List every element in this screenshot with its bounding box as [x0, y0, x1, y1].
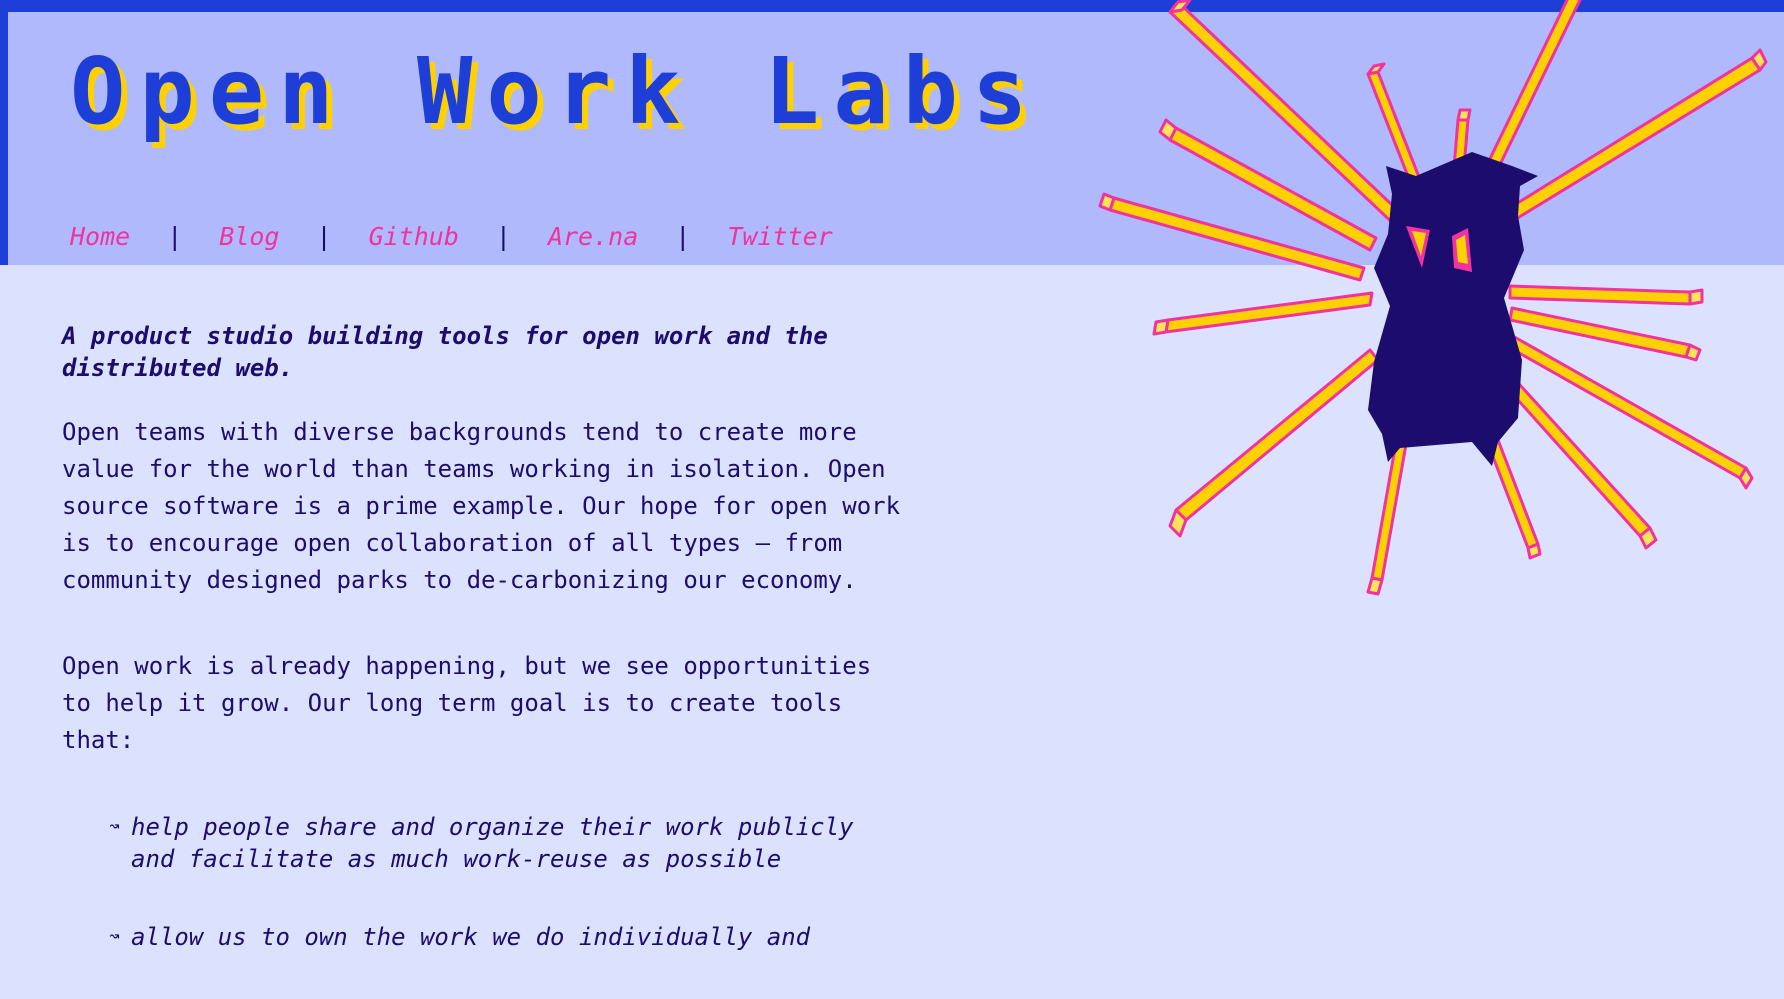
- list-item: ↝ allow us to own the work we do individ…: [109, 921, 891, 953]
- ray: [1456, 108, 1472, 122]
- ray: [1152, 318, 1170, 336]
- squiggle-arrow-icon: ↝: [109, 816, 120, 837]
- goal-list: ↝ help people share and organize their w…: [62, 811, 922, 953]
- ray: [1366, 576, 1384, 596]
- nav-link-arena[interactable]: Are.na: [548, 220, 638, 254]
- goal-paragraph: Open work is already happening, but we s…: [62, 652, 872, 754]
- goal-text: help people share and organize their wor…: [131, 813, 854, 873]
- ray: [1366, 62, 1386, 76]
- nav-link-github[interactable]: Github: [369, 220, 459, 254]
- ray: [1526, 542, 1542, 560]
- ray: [1508, 284, 1692, 306]
- ray: [1098, 192, 1116, 212]
- radiant-creature-illustration: [1098, 0, 1768, 596]
- nav-separator: |: [316, 222, 332, 251]
- nav-separator: |: [495, 222, 511, 251]
- nav-separator: |: [167, 222, 183, 251]
- main-nav: Home | Blog | Github | Are.na | Twitter: [70, 220, 833, 254]
- ray: [1684, 343, 1702, 362]
- intro-paragraph: Open teams with diverse backgrounds tend…: [62, 418, 901, 594]
- site-title: Open Work Labs: [70, 38, 1042, 145]
- goal-text: allow us to own the work we do individua…: [131, 923, 811, 951]
- list-item: ↝ help people share and organize their w…: [109, 811, 891, 875]
- ray: [1174, 348, 1380, 522]
- nav-separator: |: [675, 222, 691, 251]
- main-content: A product studio building tools for open…: [62, 320, 922, 999]
- ray: [1164, 291, 1374, 334]
- squiggle-arrow-icon: ↝: [109, 926, 120, 947]
- nav-link-blog[interactable]: Blog: [219, 220, 279, 254]
- nav-link-home[interactable]: Home: [70, 220, 130, 254]
- ray: [1688, 288, 1704, 306]
- tagline: A product studio building tools for open…: [62, 322, 828, 382]
- nav-link-twitter[interactable]: Twitter: [727, 220, 832, 254]
